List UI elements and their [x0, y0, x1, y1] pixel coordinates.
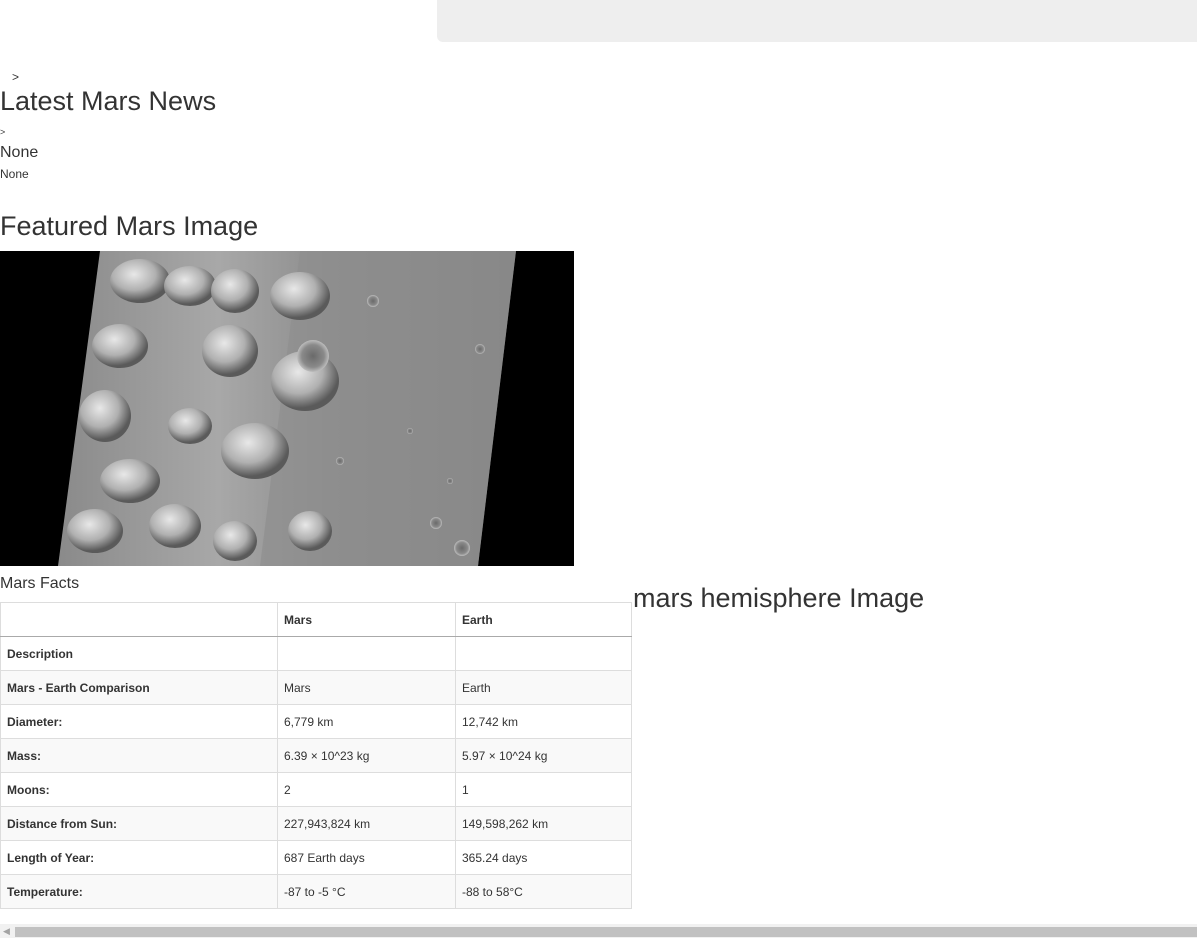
earth-value: 12,742 km — [455, 704, 632, 739]
row-label: Mass: — [0, 738, 278, 773]
news-headline[interactable]: None — [0, 143, 38, 163]
row-label: Description — [0, 636, 278, 671]
table-row: Description — [0, 636, 632, 671]
featured-image-title: Featured Mars Image — [0, 211, 259, 241]
scrollbar-thumb[interactable] — [15, 927, 1197, 937]
mars-value: 6.39 × 10^23 kg — [277, 738, 456, 773]
mars-value: -87 to -5 °C — [277, 874, 456, 909]
row-label: Temperature: — [0, 874, 278, 909]
table-row: Moons: 2 1 — [0, 772, 632, 807]
horizontal-scrollbar[interactable]: ◀ — [0, 924, 1197, 938]
hemisphere-section-title: mars hemisphere Image — [633, 583, 925, 613]
table-row: Diameter: 6,779 km 12,742 km — [0, 704, 632, 739]
mars-value: 687 Earth days — [277, 840, 456, 875]
mars-value: 227,943,824 km — [277, 806, 456, 841]
earth-value: 5.97 × 10^24 kg — [455, 738, 632, 773]
earth-value: -88 to 58°C — [455, 874, 632, 909]
table-row: Mass: 6.39 × 10^23 kg 5.97 × 10^24 kg — [0, 738, 632, 773]
page: > Latest Mars News > None None Featured … — [0, 0, 1197, 938]
featured-mars-image[interactable] — [0, 251, 574, 566]
mars-value: Mars — [277, 670, 456, 705]
column-header — [0, 602, 278, 637]
row-label: Diameter: — [0, 704, 278, 739]
earth-value: 365.24 days — [455, 840, 632, 875]
scroll-left-arrow-icon[interactable]: ◀ — [3, 926, 10, 937]
mars-facts-table: Mars Earth Description Mars - Earth Comp… — [0, 602, 632, 909]
table-header-row: Mars Earth — [0, 602, 632, 637]
news-breadcrumb-separator: > — [0, 127, 6, 137]
top-panel — [437, 0, 1197, 42]
earth-value — [455, 636, 632, 671]
earth-value: 1 — [455, 772, 632, 807]
mars-value — [277, 636, 456, 671]
earth-value: Earth — [455, 670, 632, 705]
row-label: Distance from Sun: — [0, 806, 278, 841]
table-row: Distance from Sun: 227,943,824 km 149,59… — [0, 806, 632, 841]
mars-value: 2 — [277, 772, 456, 807]
row-label: Mars - Earth Comparison — [0, 670, 278, 705]
earth-value: 149,598,262 km — [455, 806, 632, 841]
news-section-title: Latest Mars News — [0, 86, 217, 116]
column-header: Mars — [277, 602, 456, 637]
mars-facts-title: Mars Facts — [0, 575, 80, 592]
news-teaser: None — [0, 167, 29, 181]
row-label: Length of Year: — [0, 840, 278, 875]
breadcrumb-separator: > — [12, 70, 20, 84]
table-row: Mars - Earth Comparison Mars Earth — [0, 670, 632, 705]
table-row: Temperature: -87 to -5 °C -88 to 58°C — [0, 874, 632, 909]
mars-value: 6,779 km — [277, 704, 456, 739]
row-label: Moons: — [0, 772, 278, 807]
column-header: Earth — [455, 602, 632, 637]
table-row: Length of Year: 687 Earth days 365.24 da… — [0, 840, 632, 875]
